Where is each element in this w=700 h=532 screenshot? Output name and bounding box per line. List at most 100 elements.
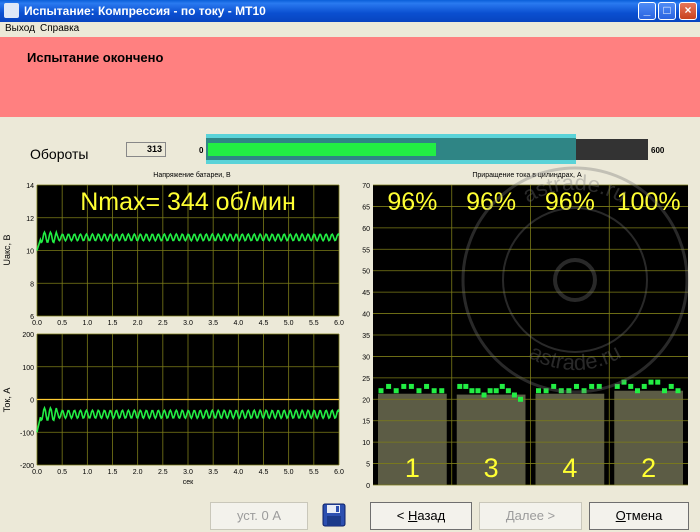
cylinder-sample-point — [662, 388, 667, 394]
v-x-tick-label: 3.0 — [183, 320, 193, 327]
cylinder-number-label: 2 — [641, 453, 656, 483]
v-x-tick-label: 4.5 — [259, 320, 269, 327]
cylinder-sample-point — [518, 396, 523, 402]
status-banner: Испытание окончено — [0, 37, 700, 117]
cylinder-current-chart: Приращение тока в цилиндрах, А 706560555… — [362, 172, 688, 490]
cylinder-sample-point — [648, 379, 654, 385]
cylinder-percent-label: 96% — [387, 188, 437, 216]
app-icon — [4, 3, 19, 18]
cylinder-sample-point — [511, 392, 517, 398]
current-x-axis-label: сек — [183, 479, 194, 486]
cylinder-sample-point — [641, 383, 647, 389]
c-x-tick-label: 3.5 — [208, 469, 218, 476]
v-x-tick-label: 0.0 — [32, 320, 42, 327]
next-button[interactable]: Далее > — [479, 502, 582, 530]
rpm-gauge-range-top-edge — [206, 134, 576, 138]
cylinder-sample-point — [543, 388, 549, 394]
voltage-chart-title: Напряжение батареи, В — [153, 171, 231, 179]
back-button[interactable]: < Назад — [370, 502, 472, 530]
close-button[interactable]: × — [679, 2, 697, 20]
cylinder-y-tick-label: 45 — [362, 290, 370, 297]
c-x-tick-label: 5.5 — [309, 469, 319, 476]
menu-item-help[interactable]: Справка — [40, 23, 79, 34]
v-y-tick-label: 8 — [30, 281, 34, 288]
cylinder-sample-point — [469, 388, 475, 394]
cylinder-sample-point — [668, 383, 674, 389]
cylinder-sample-point — [481, 392, 487, 398]
cylinder-sample-point — [573, 383, 579, 389]
cylinder-sample-point — [439, 388, 445, 394]
c-x-tick-label: 0.0 — [32, 469, 42, 476]
v-x-tick-label: 4.0 — [233, 320, 243, 327]
menu-bar: Выход Справка — [0, 22, 700, 36]
floppy-disk-icon[interactable] — [322, 503, 346, 527]
cylinder-sample-point — [628, 383, 634, 389]
cylinder-number-label: 3 — [484, 453, 499, 483]
cylinder-y-tick-label: 30 — [362, 354, 370, 361]
hotkey-letter: Н — [407, 508, 418, 523]
menu-item-exit[interactable]: Выход — [5, 23, 35, 34]
c-y-tick-label: -100 — [20, 430, 34, 437]
c-y-tick-label: 0 — [30, 398, 34, 405]
c-x-tick-label: 2.0 — [133, 469, 143, 476]
hotkey-letter: О — [615, 508, 626, 523]
cylinder-sample-point — [386, 383, 392, 389]
cylinder-y-tick-label: 5 — [366, 462, 370, 469]
cylinder-sample-point — [463, 383, 469, 389]
c-x-tick-label: 5.0 — [284, 469, 294, 476]
cylinder-sample-point — [424, 383, 430, 389]
c-x-tick-label: 1.0 — [82, 469, 92, 476]
cylinder-sample-point — [566, 388, 572, 394]
v-x-tick-label: 5.0 — [284, 320, 294, 327]
rpm-scale-min: 0 — [199, 146, 204, 155]
v-x-tick-label: 6.0 — [334, 320, 344, 327]
cylinder-percent-label: 100% — [617, 188, 681, 216]
cylinder-sample-point — [475, 388, 481, 394]
cancel-button[interactable]: Отмена — [589, 502, 689, 530]
cylinder-sample-point — [487, 388, 493, 394]
cylinder-y-tick-label: 10 — [362, 440, 370, 447]
v-y-tick-label: 12 — [26, 216, 34, 223]
cylinder-sample-point — [655, 379, 661, 385]
c-y-tick-label: 100 — [22, 365, 34, 372]
cylinder-sample-point — [401, 383, 407, 389]
cylinder-y-tick-label: 35 — [362, 333, 370, 340]
v-y-tick-label: 10 — [26, 249, 34, 256]
cylinder-sample-point — [408, 383, 414, 389]
v-x-tick-label: 0.5 — [57, 320, 67, 327]
cylinder-sample-point — [416, 388, 422, 394]
status-message: Испытание окончено — [27, 50, 164, 65]
minimize-button[interactable]: _ — [638, 2, 656, 20]
cylinder-y-tick-label: 60 — [362, 226, 370, 233]
cylinder-sample-point — [505, 388, 511, 394]
set-zero-button[interactable]: уст. 0 А — [210, 502, 308, 530]
cylinder-percent-label: 96% — [466, 188, 516, 216]
current-axis-label: Ток, А — [2, 388, 12, 413]
cylinder-sample-point — [558, 388, 564, 394]
cylinder-sample-point — [675, 388, 681, 394]
v-x-tick-label: 1.5 — [108, 320, 118, 327]
cylinder-sample-point — [536, 388, 541, 394]
v-x-tick-label: 1.0 — [82, 320, 92, 327]
cylinder-y-tick-label: 65 — [362, 204, 370, 211]
rpm-scale-max: 600 — [651, 146, 665, 155]
rpm-gauge-fill — [208, 143, 436, 156]
cylinder-chart-title: Приращение тока в цилиндрах, А — [472, 172, 582, 179]
v-x-tick-label: 3.5 — [208, 320, 218, 327]
cylinder-sample-point — [596, 383, 602, 389]
rpm-gauge-range-bottom-edge — [206, 160, 576, 164]
title-bar: Испытание: Компрессия - по току - МТ10 _… — [0, 0, 700, 22]
rpm-value: 313 — [126, 142, 166, 157]
nmax-annotation: Nmax= 344 об/мин — [80, 188, 296, 216]
voltage-axis-label: Uакс, В — [2, 234, 12, 265]
voltage-current-charts: Напряжение батареи, В 14121086 0.0 0.5 1.0… — [2, 171, 344, 486]
maximize-button[interactable]: □ — [658, 2, 676, 20]
c-x-tick-label: 4.5 — [259, 469, 269, 476]
back-button-label: < Назад — [396, 508, 446, 523]
c-x-tick-label: 1.5 — [108, 469, 118, 476]
cylinder-sample-point — [635, 388, 640, 394]
cylinder-number-label: 1 — [405, 453, 420, 483]
cylinder-sample-point — [378, 388, 384, 394]
cylinder-percent-label: 96% — [545, 188, 595, 216]
c-x-tick-label: 2.5 — [158, 469, 168, 476]
